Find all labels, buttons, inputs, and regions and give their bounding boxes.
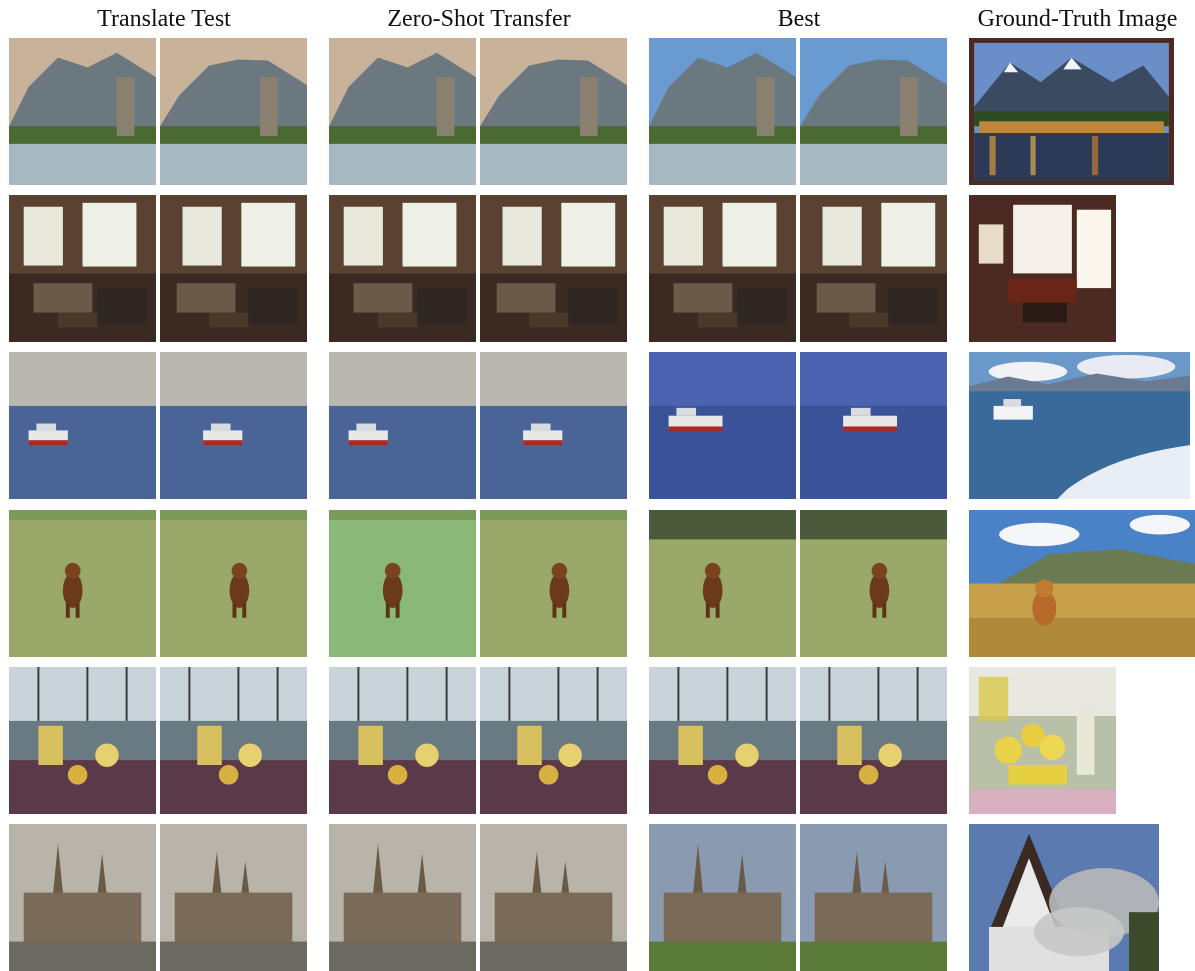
zero-shot-mountain-lake-image-2 — [480, 38, 627, 185]
best-living-room-image-2 — [800, 195, 947, 342]
best-living-room-image-1 — [649, 195, 796, 342]
translate-test-boat-on-water-image-1 — [9, 352, 156, 499]
ground-truth-living-room-image — [969, 195, 1116, 342]
zero-shot-boat-on-water-image-2 — [480, 352, 627, 499]
best-dog-in-field-image-1 — [649, 510, 796, 657]
translate-test-church-ruins-image-2 — [160, 824, 307, 971]
translate-test-church-ruins-image-1 — [9, 824, 156, 971]
translate-test-dog-in-field-image-1 — [9, 510, 156, 657]
best-mountain-lake-image-1 — [649, 38, 796, 185]
best-boat-on-water-image-2 — [800, 352, 947, 499]
zero-shot-dog-in-field-image-1 — [329, 510, 476, 657]
best-dog-in-field-image-2 — [800, 510, 947, 657]
translate-test-mountain-lake-image-2 — [160, 38, 307, 185]
zero-shot-living-room-image-2 — [480, 195, 627, 342]
header-best: Best — [777, 6, 821, 32]
translate-test-living-room-image-1 — [9, 195, 156, 342]
zero-shot-living-room-image-1 — [329, 195, 476, 342]
header-zero-shot: Zero-Shot Transfer — [387, 6, 571, 32]
ground-truth-lemonade-table-image — [969, 667, 1116, 814]
ground-truth-dog-in-field-image — [969, 510, 1195, 657]
translate-test-boat-on-water-image-2 — [160, 352, 307, 499]
translate-test-dog-in-field-image-2 — [160, 510, 307, 657]
zero-shot-boat-on-water-image-1 — [329, 352, 476, 499]
zero-shot-church-ruins-image-2 — [480, 824, 627, 971]
translate-test-lemonade-table-image-2 — [160, 667, 307, 814]
best-lemonade-table-image-2 — [800, 667, 947, 814]
translate-test-mountain-lake-image-1 — [9, 38, 156, 185]
translate-test-lemonade-table-image-1 — [9, 667, 156, 814]
header-ground-truth: Ground-Truth Image — [977, 6, 1178, 32]
zero-shot-lemonade-table-image-1 — [329, 667, 476, 814]
ground-truth-boat-on-water-image — [969, 352, 1190, 499]
zero-shot-church-ruins-image-1 — [329, 824, 476, 971]
best-boat-on-water-image-1 — [649, 352, 796, 499]
zero-shot-dog-in-field-image-2 — [480, 510, 627, 657]
best-lemonade-table-image-1 — [649, 667, 796, 814]
ground-truth-church-ruins-image — [969, 824, 1159, 971]
zero-shot-mountain-lake-image-1 — [329, 38, 476, 185]
translate-test-living-room-image-2 — [160, 195, 307, 342]
ground-truth-mountain-lake-image — [969, 38, 1174, 185]
zero-shot-lemonade-table-image-2 — [480, 667, 627, 814]
best-church-ruins-image-1 — [649, 824, 796, 971]
best-mountain-lake-image-2 — [800, 38, 947, 185]
best-church-ruins-image-2 — [800, 824, 947, 971]
header-translate-test: Translate Test — [97, 6, 231, 32]
